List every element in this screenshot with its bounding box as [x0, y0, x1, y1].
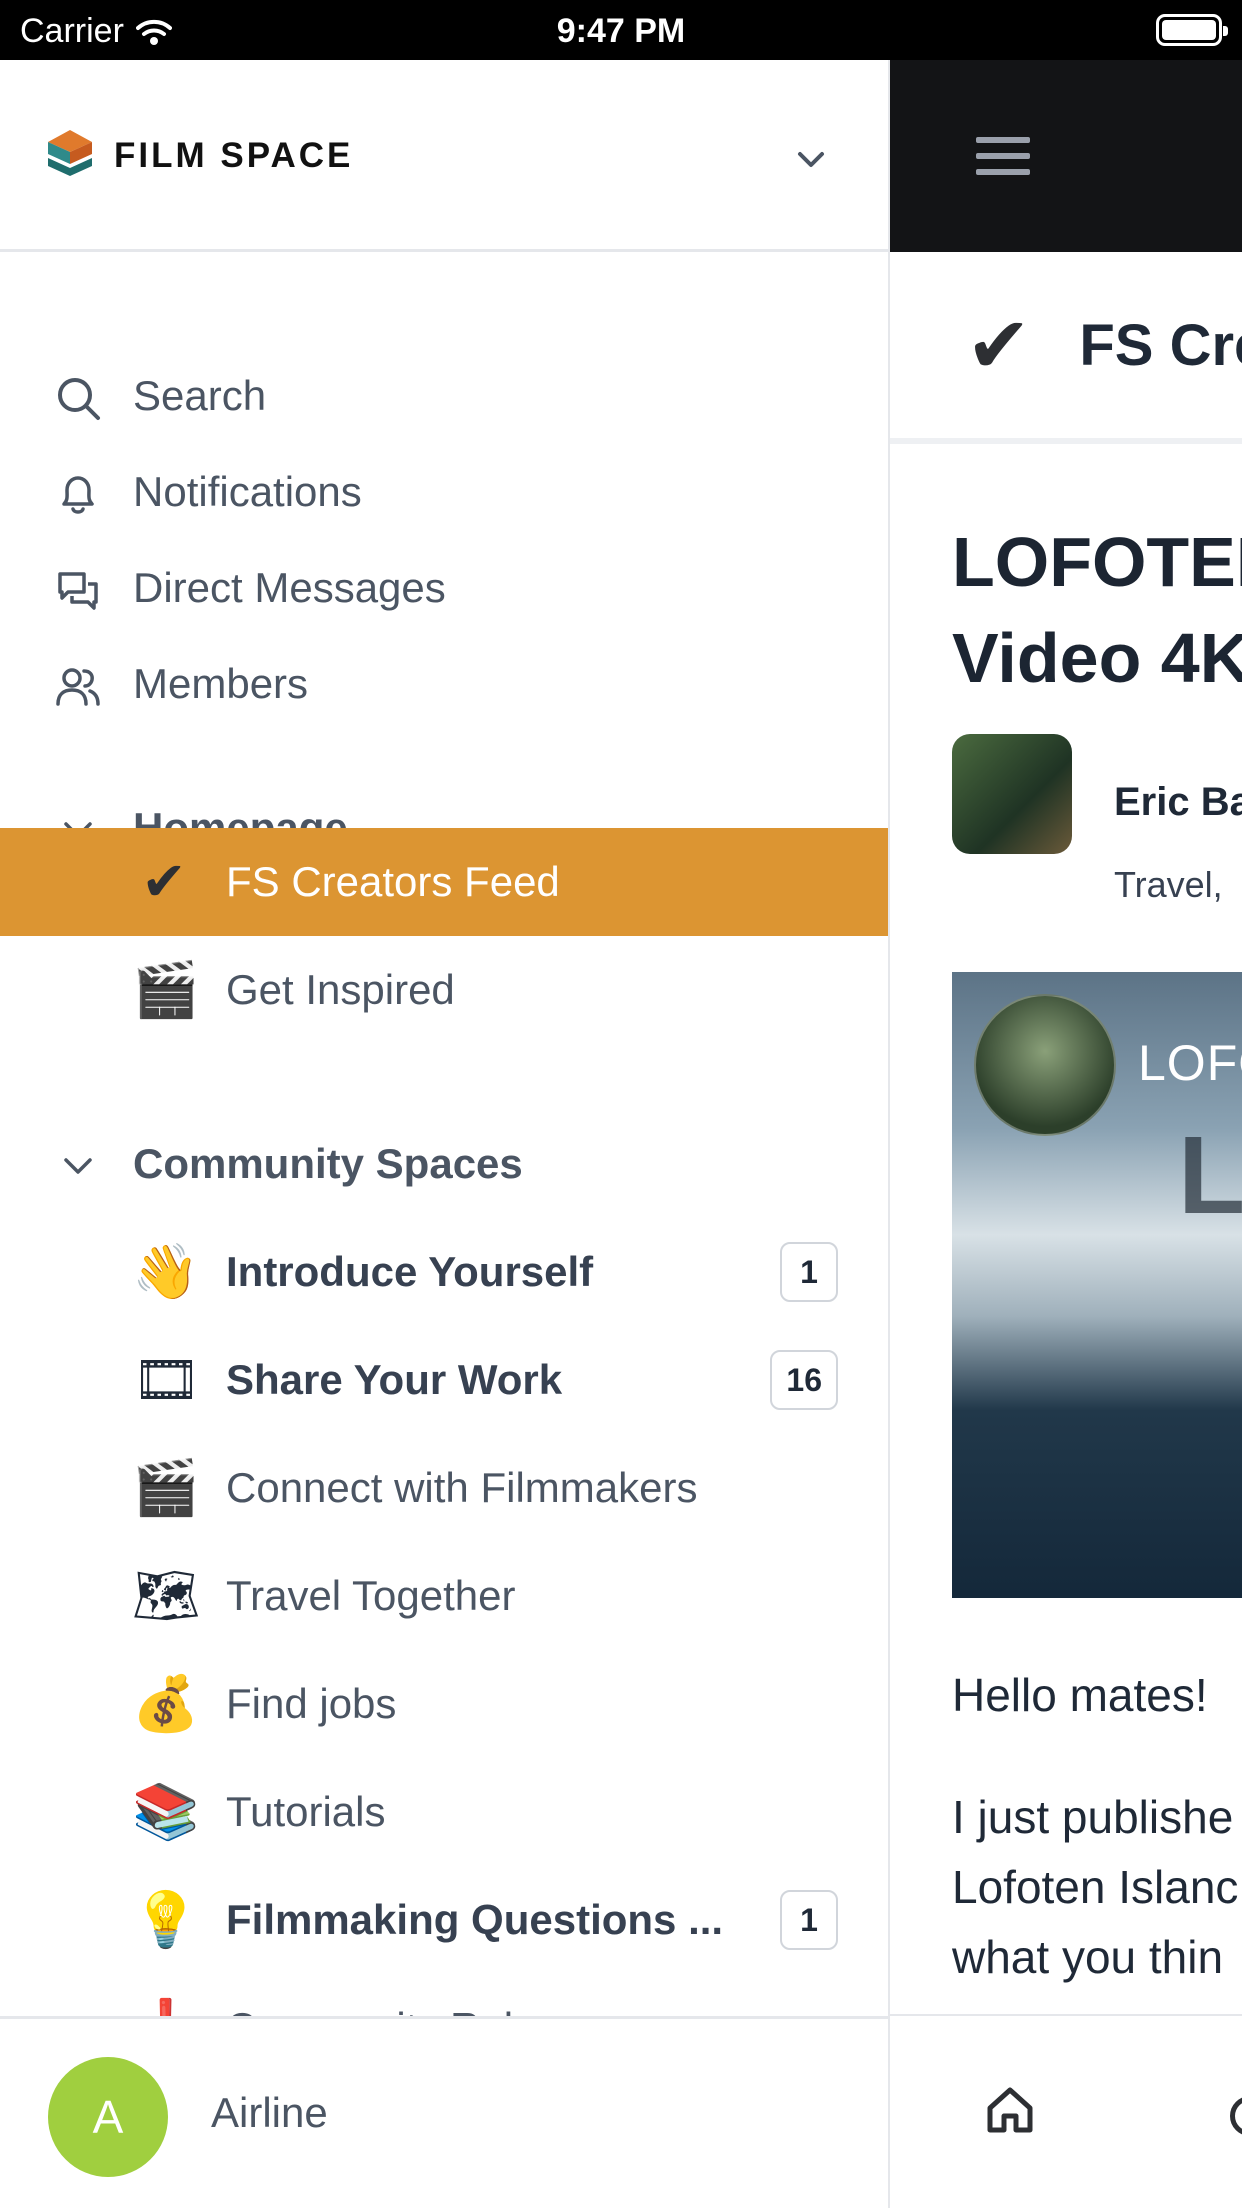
main-header — [890, 60, 1242, 252]
author-avatar[interactable] — [952, 734, 1072, 854]
battery-icon — [1156, 14, 1228, 46]
status-bar: Carrier 9:47 PM — [0, 0, 1242, 60]
clapperboard-icon: 🎬 — [132, 1458, 200, 1518]
post-title[interactable]: LOFOTEN Video 4K — [952, 514, 1242, 706]
primary-nav: Search Notifications Direct Messages Mem… — [0, 348, 888, 732]
space-item-introduce-yourself[interactable]: 👋 Introduce Yourself 1 — [0, 1218, 888, 1326]
nav-label: Notifications — [133, 468, 362, 515]
community-switcher[interactable]: FILM SPACE — [0, 60, 888, 252]
space-label: FS Creators Feed — [226, 858, 560, 905]
space-header-title: FS Cre — [1079, 312, 1242, 378]
search-tab-icon[interactable] — [1230, 2096, 1242, 2136]
nav-label: Members — [133, 660, 309, 707]
space-label: Connect with Filmmakers — [226, 1464, 698, 1511]
post-body: Hello mates! I just publishe Lofoten Isl… — [952, 1660, 1242, 1992]
author-meta: Travel, — [1114, 864, 1223, 905]
cover-letter: L — [1178, 1114, 1242, 1237]
money-bag-icon: 💰 — [132, 1674, 200, 1734]
cover-text: LOFO — [1138, 1035, 1242, 1091]
unread-count-badge: 1 — [780, 1890, 838, 1950]
world-map-icon: 🗺 — [132, 1566, 201, 1626]
checkmark-icon: ✔ — [966, 300, 1032, 389]
chevron-down-icon[interactable] — [794, 142, 828, 176]
bottom-tab-bar — [890, 2014, 1242, 2208]
space-label: Introduce Yourself — [226, 1248, 594, 1295]
brand-name: FILM SPACE — [114, 136, 354, 175]
nav-label: Direct Messages — [133, 564, 446, 611]
chat-bubbles-icon — [58, 572, 98, 610]
post-body-line: what you thin — [952, 1931, 1224, 1983]
space-item-get-inspired[interactable]: 🎬 Get Inspired — [0, 936, 888, 1044]
clock: 9:47 PM — [556, 12, 686, 50]
avatar[interactable]: A — [48, 2057, 168, 2177]
channel-avatar — [974, 994, 1116, 1136]
home-icon[interactable] — [984, 2084, 1036, 2136]
main-pane: ✔ FS Cre LOFOTEN Video 4K Eric Ba Travel… — [888, 60, 1242, 2208]
space-label: Filmmaking Questions ... — [226, 1896, 724, 1943]
nav-notifications[interactable]: Notifications — [0, 444, 888, 540]
nav-direct-messages[interactable]: Direct Messages — [0, 540, 888, 636]
checkmark-icon: ✔ — [141, 852, 187, 912]
hamburger-menu-icon[interactable] — [976, 137, 1030, 175]
nav-members[interactable]: Members — [0, 636, 888, 732]
post-author[interactable]: Eric Ba Travel, — [952, 734, 1242, 905]
chevron-down-icon[interactable] — [62, 1150, 94, 1182]
space-item-fs-creators-feed[interactable]: ✔ FS Creators Feed — [0, 828, 888, 936]
post-title-line: LOFOTEN — [952, 523, 1242, 601]
search-icon — [58, 378, 100, 420]
section-label: Community Spaces — [133, 1140, 523, 1187]
space-item-filmmaking-questions[interactable]: 💡 Filmmaking Questions ... 1 — [0, 1866, 888, 1974]
nav-search[interactable]: Search — [0, 348, 888, 444]
post-greeting: Hello mates! — [952, 1669, 1208, 1721]
user-name[interactable]: Airline — [211, 2089, 328, 2137]
space-label: Share Your Work — [226, 1356, 563, 1403]
post-body-line: Lofoten Islanc — [952, 1861, 1239, 1913]
clapperboard-icon: 🎬 — [132, 960, 200, 1020]
film-space-logo — [48, 130, 92, 176]
members-icon — [56, 668, 100, 706]
space-item-tutorials[interactable]: 📚 Tutorials — [0, 1758, 888, 1866]
waving-hand-icon: 👋 — [132, 1242, 200, 1302]
space-item-connect-with-filmmakers[interactable]: 🎬 Connect with Filmmakers — [0, 1434, 888, 1542]
sidebar-footer[interactable]: A Airline — [0, 2016, 888, 2208]
space-item-find-jobs[interactable]: 💰 Find jobs — [0, 1650, 888, 1758]
post-cover-image[interactable]: LOFO L — [952, 972, 1242, 1598]
space-label: Tutorials — [226, 1788, 386, 1835]
nav-label: Search — [133, 372, 267, 419]
section-community-spaces[interactable]: Community Spaces — [0, 1116, 888, 1212]
post-body-line: I just publishe — [952, 1791, 1234, 1843]
light-bulb-icon: 💡 — [132, 1890, 200, 1950]
space-item-share-your-work[interactable]: 🎞 Share Your Work 16 — [0, 1326, 888, 1434]
unread-count-badge: 16 — [770, 1350, 838, 1410]
unread-count-badge: 1 — [780, 1242, 838, 1302]
books-icon: 📚 — [132, 1782, 200, 1842]
sidebar-drawer: FILM SPACE Search Notifications Direct M… — [0, 60, 888, 2208]
space-label: Community Rules — [226, 2004, 557, 2016]
space-label: Travel Together — [226, 1572, 516, 1619]
film-strip-icon: 🎞 — [132, 1350, 201, 1410]
bell-icon — [62, 476, 94, 514]
space-header: ✔ FS Cre — [890, 252, 1242, 444]
post-title-line: Video 4K — [952, 619, 1242, 697]
space-label: Get Inspired — [226, 966, 455, 1013]
space-item-travel-together[interactable]: 🗺 Travel Together — [0, 1542, 888, 1650]
space-item-community-rules[interactable]: ❗ Community Rules — [0, 1974, 888, 2016]
author-name[interactable]: Eric Ba — [1114, 780, 1242, 825]
exclamation-icon: ❗ — [132, 1996, 199, 2016]
space-label: Find jobs — [226, 1680, 397, 1727]
